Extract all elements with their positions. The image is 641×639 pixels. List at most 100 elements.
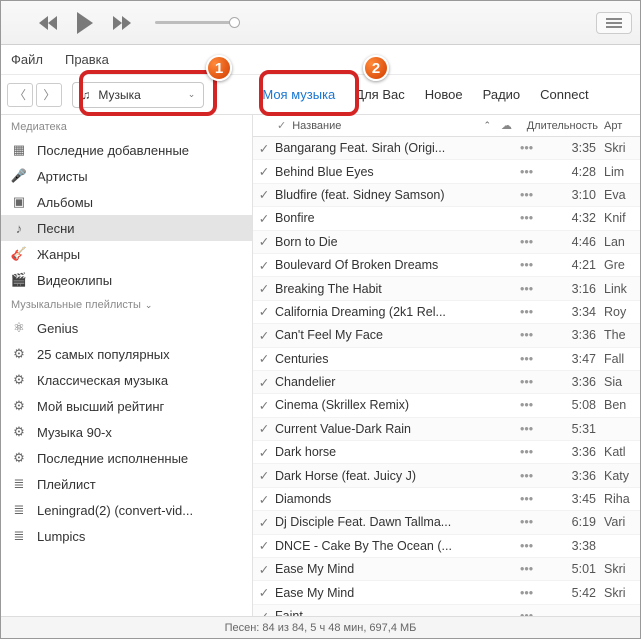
track-row[interactable]: ✓California Dreaming (2k1 Rel...•••3:34R… (253, 301, 640, 324)
nav-forward-button[interactable]: 〉 (36, 83, 62, 107)
more-icon[interactable]: ••• (520, 562, 542, 576)
sidebar-item-artists[interactable]: 🎤 Артисты (1, 163, 252, 189)
track-duration: 3:36 (542, 445, 596, 459)
sidebar-pl-90s[interactable]: ⚙ Музыка 90-х (1, 419, 252, 445)
track-artist: Fall (596, 352, 640, 366)
track-artist: Skri (596, 141, 640, 155)
more-icon[interactable]: ••• (520, 235, 542, 249)
more-icon[interactable]: ••• (520, 188, 542, 202)
track-row[interactable]: ✓Behind Blue Eyes•••4:28Lim (253, 160, 640, 183)
track-row[interactable]: ✓Dj Disciple Feat. Dawn Tallma...•••6:19… (253, 511, 640, 534)
sidebar-item-genres[interactable]: 🎸 Жанры (1, 241, 252, 267)
track-row[interactable]: ✓Bludfire (feat. Sidney Samson)•••3:10Ev… (253, 184, 640, 207)
atom-icon: ⚛ (11, 320, 27, 336)
sidebar-pl-rating[interactable]: ⚙ Мой высший рейтинг (1, 393, 252, 419)
chevron-down-icon: ⌄ (145, 300, 153, 311)
sidebar-pl-recent[interactable]: ⚙ Последние исполненные (1, 445, 252, 471)
tab-for-you[interactable]: Для Вас (355, 87, 404, 102)
check-icon: ✓ (253, 515, 275, 530)
more-icon[interactable]: ••• (520, 328, 542, 342)
track-row[interactable]: ✓Bangarang Feat. Sirah (Origi...•••3:35S… (253, 137, 640, 160)
track-artist: Sia (596, 375, 640, 389)
media-picker[interactable]: ♫ Музыка ⌄ (72, 82, 204, 108)
menu-edit[interactable]: Правка (65, 52, 109, 67)
track-row[interactable]: ✓Chandelier•••3:36Sia (253, 371, 640, 394)
track-duration: 4:21 (542, 258, 596, 272)
chevron-updown-icon: ⌄ (188, 89, 196, 100)
track-row[interactable]: ✓Dark Horse (feat. Juicy J)•••3:36Katy (253, 464, 640, 487)
sidebar-pl-leningrad[interactable]: ≣ Leningrad(2) (convert-vid... (1, 497, 252, 523)
track-duration: 3:36 (542, 469, 596, 483)
list-view-button[interactable] (596, 12, 632, 34)
sidebar-pl-genius[interactable]: ⚛ Genius (1, 315, 252, 341)
col-duration[interactable]: Длительность (522, 120, 604, 132)
menu-file[interactable]: Файл (11, 52, 43, 67)
sidebar-item-recent[interactable]: ▦ Последние добавленные (1, 137, 252, 163)
track-row[interactable]: ✓Born to Die•••4:46Lan (253, 231, 640, 254)
more-icon[interactable]: ••• (520, 258, 542, 272)
next-button[interactable] (113, 16, 131, 30)
col-name[interactable]: Название (292, 120, 341, 132)
track-row[interactable]: ✓Dark horse•••3:36Katl (253, 441, 640, 464)
more-icon[interactable]: ••• (520, 352, 542, 366)
track-duration: 5:42 (542, 586, 596, 600)
more-icon[interactable]: ••• (520, 492, 542, 506)
prev-button[interactable] (39, 16, 57, 30)
more-icon[interactable]: ••• (520, 469, 542, 483)
nav-back-button[interactable]: 〈 (7, 83, 33, 107)
more-icon[interactable]: ••• (520, 305, 542, 319)
gear-icon: ⚙ (11, 424, 27, 440)
track-artist: The (596, 328, 640, 342)
tab-new[interactable]: Новое (425, 87, 463, 102)
sidebar-pl-lumpics[interactable]: ≣ Lumpics (1, 523, 252, 549)
sidebar-section-playlists[interactable]: Музыкальные плейлисты ⌄ (1, 293, 252, 315)
track-row[interactable]: ✓Boulevard Of Broken Dreams•••4:21Gre (253, 254, 640, 277)
track-row[interactable]: ✓DNCE - Cake By The Ocean (...•••3:38 (253, 535, 640, 558)
check-icon: ✓ (253, 164, 275, 179)
music-note-icon: ♪ (11, 220, 27, 236)
tab-connect[interactable]: Connect (540, 87, 588, 102)
track-row[interactable]: ✓Breaking The Habit•••3:16Link (253, 277, 640, 300)
track-artist: Skri (596, 586, 640, 600)
more-icon[interactable]: ••• (520, 586, 542, 600)
check-icon: ✓ (253, 281, 275, 296)
track-row[interactable]: ✓Cinema (Skrillex Remix)•••5:08Ben (253, 394, 640, 417)
track-row[interactable]: ✓Ease My Mind•••5:01Skri (253, 558, 640, 581)
sidebar-item-videos[interactable]: 🎬 Видеоклипы (1, 267, 252, 293)
mic-icon: 🎤 (11, 168, 27, 184)
play-button[interactable] (77, 12, 93, 34)
more-icon[interactable]: ••• (520, 515, 542, 529)
sidebar-pl-playlist[interactable]: ≣ Плейлист (1, 471, 252, 497)
track-row[interactable]: ✓Can't Feel My Face•••3:36The (253, 324, 640, 347)
sidebar-item-label: Мой высший рейтинг (37, 399, 164, 414)
volume-slider[interactable] (155, 21, 235, 24)
track-artist: Lan (596, 235, 640, 249)
sidebar-item-songs[interactable]: ♪ Песни (1, 215, 252, 241)
track-row[interactable]: ✓Ease My Mind•••5:42Skri (253, 581, 640, 604)
tab-radio[interactable]: Радио (483, 87, 521, 102)
sidebar-pl-top25[interactable]: ⚙ 25 самых популярных (1, 341, 252, 367)
track-row[interactable]: ✓Diamonds•••3:45Riha (253, 488, 640, 511)
track-table-header[interactable]: ✓ Название ⌃ ☁ Длительность Арт (253, 115, 640, 137)
more-icon[interactable]: ••• (520, 539, 542, 553)
more-icon[interactable]: ••• (520, 165, 542, 179)
more-icon[interactable]: ••• (520, 445, 542, 459)
track-row[interactable]: ✓Bonfire•••4:32Knif (253, 207, 640, 230)
sidebar-pl-classic[interactable]: ⚙ Классическая музыка (1, 367, 252, 393)
check-icon: ✓ (253, 141, 275, 156)
tab-my-music[interactable]: Моя музыка (262, 87, 335, 102)
col-artist[interactable]: Арт (604, 120, 640, 132)
track-row[interactable]: ✓Current Value-Dark Rain•••5:31 (253, 418, 640, 441)
cloud-icon: ☁ (501, 119, 512, 132)
more-icon[interactable]: ••• (520, 141, 542, 155)
more-icon[interactable]: ••• (520, 375, 542, 389)
track-name: Ease My Mind (275, 586, 520, 600)
more-icon[interactable]: ••• (520, 422, 542, 436)
sidebar-item-albums[interactable]: ▣ Альбомы (1, 189, 252, 215)
more-icon[interactable]: ••• (520, 282, 542, 296)
track-artist: Gre (596, 258, 640, 272)
sort-caret-icon: ⌃ (483, 120, 491, 131)
more-icon[interactable]: ••• (520, 398, 542, 412)
more-icon[interactable]: ••• (520, 211, 542, 225)
track-row[interactable]: ✓Centuries•••3:47Fall (253, 348, 640, 371)
